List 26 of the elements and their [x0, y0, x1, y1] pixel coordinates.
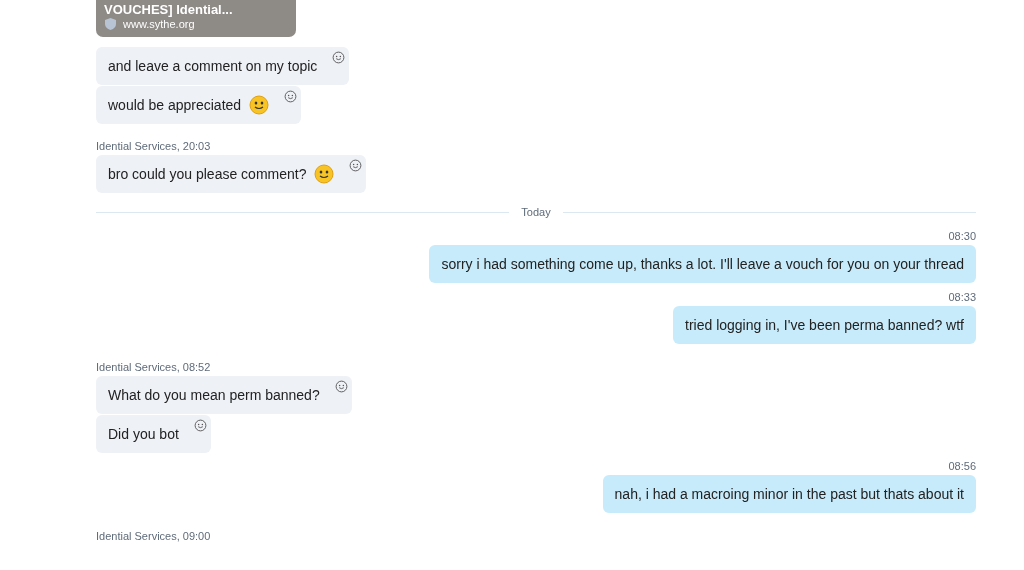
- sent-message-bubble: nah, i had a macroing minor in the past but thats about it: [602, 475, 976, 513]
- smiley-emoji-icon: [314, 164, 335, 184]
- link-url: www.sythe.org: [123, 17, 195, 31]
- message-text: Did you bot: [108, 426, 179, 442]
- add-reaction-icon[interactable]: [332, 51, 346, 64]
- sent-message-bubble: sorry i had something come up, thanks a lot. I'll leave a vouch for you on your thread: [429, 245, 976, 283]
- add-reaction-icon[interactable]: [349, 159, 363, 172]
- smiley-emoji-icon: [249, 95, 270, 115]
- link-preview-card[interactable]: VOUCHES] Idential... www.sythe.org: [96, 0, 296, 37]
- sender-and-time: Idential Services, 09:00: [96, 530, 212, 542]
- add-reaction-icon[interactable]: [334, 380, 348, 393]
- sender-and-time: Idential Services, 08:52: [96, 361, 212, 373]
- sent-message-bubble: tried logging in, I've been perma banned? wtf: [673, 306, 976, 344]
- sender-and-time: Idential Services, 20:03: [96, 140, 212, 152]
- link-title: VOUCHES] Idential...: [104, 3, 234, 17]
- add-reaction-icon[interactable]: [284, 90, 298, 103]
- add-reaction-icon[interactable]: [193, 419, 207, 432]
- message-text: and leave a comment on my topic: [108, 58, 318, 74]
- message-text: bro could you please comment?: [108, 166, 307, 182]
- message-time: 08:30: [948, 230, 976, 242]
- shield-icon: [104, 17, 117, 31]
- date-divider-label: Today: [521, 206, 551, 218]
- message-text: What do you mean perm banned?: [108, 387, 320, 403]
- message-time: 08:33: [948, 291, 976, 303]
- message-time: 08:56: [948, 460, 976, 472]
- message-text: would be appreciated: [108, 97, 242, 113]
